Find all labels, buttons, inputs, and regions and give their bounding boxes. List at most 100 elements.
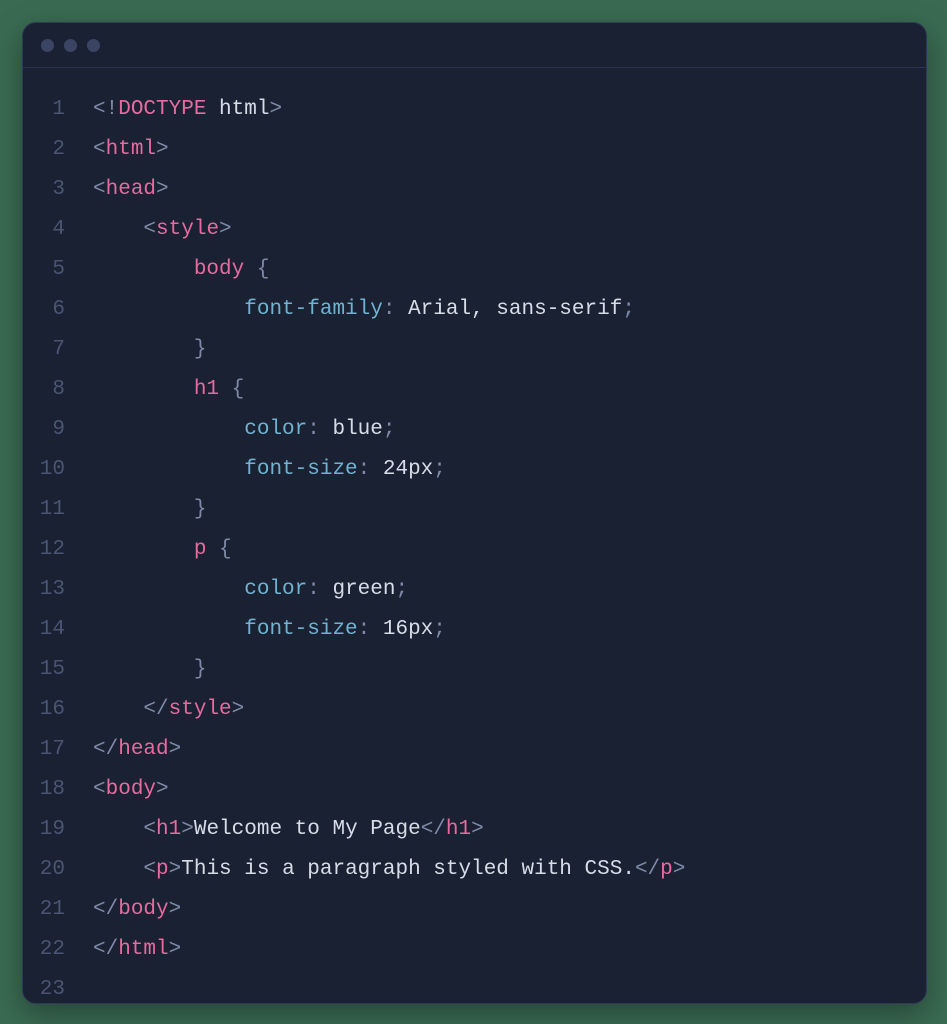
token-punct: }	[194, 498, 207, 521]
code-line[interactable]: }	[87, 490, 926, 530]
token-punct: ;	[433, 458, 446, 481]
line-number: 5	[23, 250, 87, 290]
token-punct: }	[194, 338, 207, 361]
indent	[93, 658, 194, 681]
code-line[interactable]: font-size: 24px;	[87, 450, 926, 490]
token-val: 16px	[383, 618, 433, 641]
code-line[interactable]	[87, 970, 926, 1004]
indent	[93, 498, 194, 521]
token-punct: >	[169, 738, 182, 761]
line-number: 13	[23, 570, 87, 610]
token-punct: </	[635, 858, 660, 881]
token-val: 24px	[383, 458, 433, 481]
token-tag: style	[156, 218, 219, 241]
code-line[interactable]: <head>	[87, 170, 926, 210]
line-number: 3	[23, 170, 87, 210]
token-punct: <	[93, 778, 106, 801]
line-number: 11	[23, 490, 87, 530]
token-punct: >	[219, 218, 232, 241]
indent	[93, 578, 244, 601]
code-line[interactable]: <!DOCTYPE html>	[87, 90, 926, 130]
token-punct: {	[257, 258, 270, 281]
token-text	[370, 458, 383, 481]
code-line[interactable]: font-family: Arial, sans-serif;	[87, 290, 926, 330]
token-punct: ;	[433, 618, 446, 641]
token-prop: font-size	[244, 618, 357, 641]
code-line[interactable]: </body>	[87, 890, 926, 930]
token-punct: </	[93, 738, 118, 761]
line-number: 7	[23, 330, 87, 370]
code-line[interactable]: <html>	[87, 130, 926, 170]
code-line[interactable]: <style>	[87, 210, 926, 250]
token-punct: >	[156, 778, 169, 801]
token-punct: >	[169, 858, 182, 881]
token-prop: font-family	[244, 298, 383, 321]
indent	[93, 538, 194, 561]
line-number: 4	[23, 210, 87, 250]
token-punct: }	[194, 658, 207, 681]
code-line[interactable]: color: green;	[87, 570, 926, 610]
line-number: 18	[23, 770, 87, 810]
token-punct: >	[156, 178, 169, 201]
code-line[interactable]: <h1>Welcome to My Page</h1>	[87, 810, 926, 850]
token-punct: ;	[395, 578, 408, 601]
code-line[interactable]: h1 {	[87, 370, 926, 410]
code-line[interactable]: p {	[87, 530, 926, 570]
code-line[interactable]: }	[87, 330, 926, 370]
traffic-light-minimize-icon[interactable]	[64, 39, 77, 52]
token-punct: <	[93, 178, 106, 201]
token-text: html	[206, 98, 269, 121]
token-punct: <	[143, 858, 156, 881]
token-punct: </	[421, 818, 446, 841]
token-punct: </	[93, 938, 118, 961]
token-prop: color	[244, 578, 307, 601]
token-punct: {	[219, 538, 232, 561]
traffic-light-close-icon[interactable]	[41, 39, 54, 52]
indent	[93, 698, 143, 721]
indent	[93, 858, 143, 881]
token-sel: p	[194, 538, 207, 561]
code-line[interactable]: <body>	[87, 770, 926, 810]
token-punct: >	[169, 898, 182, 921]
token-text	[370, 618, 383, 641]
line-number: 1	[23, 90, 87, 130]
indent	[93, 818, 143, 841]
token-tag: h1	[446, 818, 471, 841]
token-text	[320, 418, 333, 441]
line-number: 22	[23, 930, 87, 970]
token-punct: >	[181, 818, 194, 841]
token-tag: p	[660, 858, 673, 881]
indent	[93, 298, 244, 321]
token-sel: body	[194, 258, 244, 281]
code-line[interactable]: }	[87, 650, 926, 690]
token-tag: html	[118, 938, 168, 961]
token-punct: >	[156, 138, 169, 161]
traffic-light-zoom-icon[interactable]	[87, 39, 100, 52]
line-number: 8	[23, 370, 87, 410]
token-punct: >	[269, 98, 282, 121]
token-prop: font-size	[244, 458, 357, 481]
token-punct: >	[169, 938, 182, 961]
code-content[interactable]: <!DOCTYPE html><html><head> <style> body…	[87, 90, 926, 1004]
indent	[93, 418, 244, 441]
line-number: 21	[23, 890, 87, 930]
token-punct: :	[358, 458, 371, 481]
token-tag: body	[118, 898, 168, 921]
token-doctype: DOCTYPE	[118, 98, 206, 121]
code-line[interactable]: body {	[87, 250, 926, 290]
token-val: green	[332, 578, 395, 601]
code-line[interactable]: </style>	[87, 690, 926, 730]
line-number-gutter: 1234567891011121314151617181920212223	[23, 90, 87, 1004]
code-line[interactable]: </html>	[87, 930, 926, 970]
line-number: 12	[23, 530, 87, 570]
code-line[interactable]: </head>	[87, 730, 926, 770]
indent	[93, 378, 194, 401]
token-punct: <!	[93, 98, 118, 121]
code-line[interactable]: <p>This is a paragraph styled with CSS.<…	[87, 850, 926, 890]
token-text	[244, 258, 257, 281]
code-line[interactable]: color: blue;	[87, 410, 926, 450]
code-line[interactable]: font-size: 16px;	[87, 610, 926, 650]
token-punct: ;	[383, 418, 396, 441]
code-editor[interactable]: 1234567891011121314151617181920212223 <!…	[23, 68, 926, 1004]
token-text	[320, 578, 333, 601]
